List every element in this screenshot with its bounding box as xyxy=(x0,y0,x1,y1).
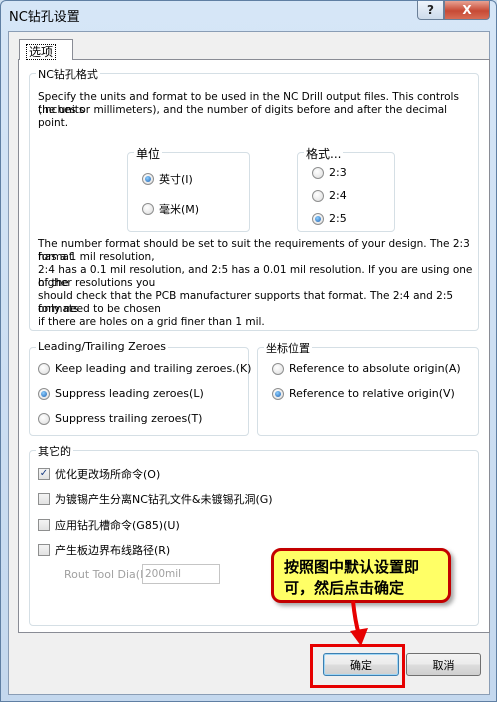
check-slot-command[interactable]: 应用钻孔槽命令(G85)(U) xyxy=(38,517,180,533)
window-title: NC钻孔设置 xyxy=(9,10,80,25)
radio-format-2-3-label: 2:3 xyxy=(329,166,347,179)
number-format-group-title: 格式... xyxy=(304,145,344,162)
radio-relative-origin-label: Reference to relative origin(V) xyxy=(289,387,455,400)
radio-relative-origin-indicator xyxy=(272,387,284,400)
radio-suppress-leading-label: Suppress leading zeroes(L) xyxy=(55,387,204,400)
radio-format-2-3[interactable]: 2:3 xyxy=(312,166,347,179)
radio-inches[interactable]: 英寸(I) xyxy=(142,171,193,187)
radio-format-2-5[interactable]: 2:5 xyxy=(312,212,347,225)
check-board-outline-route[interactable]: 产生板边界布线路径(R) xyxy=(38,542,170,558)
check-optimize-change-location[interactable]: ✓ 优化更改场所命令(O) xyxy=(38,466,160,482)
radio-suppress-trailing[interactable]: Suppress trailing zeroes(T) xyxy=(38,412,202,425)
dialog-window: NC钻孔设置 ? X 选项 NC钻孔格式 Specify the units a… xyxy=(0,0,497,702)
close-button[interactable]: X xyxy=(444,1,490,20)
radio-millimeters-indicator xyxy=(142,203,154,215)
radio-format-2-4-label: 2:4 xyxy=(329,189,347,202)
radio-suppress-trailing-label: Suppress trailing zeroes(T) xyxy=(55,412,203,425)
radio-format-2-5-label: 2:5 xyxy=(329,212,347,225)
format-note-line-7: if there are holes on a grid finer than … xyxy=(38,316,265,328)
radio-millimeters[interactable]: 毫米(M) xyxy=(142,201,199,217)
radio-keep-zeroes-indicator xyxy=(38,362,50,375)
radio-absolute-origin-label: Reference to absolute origin(A) xyxy=(289,362,461,375)
radio-inches-label: 英寸(I) xyxy=(159,173,193,186)
radio-millimeters-label: 毫米(M) xyxy=(159,203,200,216)
check-optimize-change-location-box: ✓ xyxy=(38,468,50,480)
other-group-title: 其它的 xyxy=(36,443,73,459)
zeroes-group-title: Leading/Trailing Zeroes xyxy=(36,340,168,353)
annotation-arrow-icon xyxy=(350,600,368,646)
annotation-callout: 按照图中默认设置即可，然后点击确定 xyxy=(271,548,451,603)
tab-options[interactable]: 选项 xyxy=(19,39,73,60)
format-group: NC钻孔格式 Specify the units and format to b… xyxy=(29,66,479,331)
check-optimize-change-location-label: 优化更改场所命令(O) xyxy=(55,468,161,481)
radio-suppress-leading[interactable]: Suppress leading zeroes(L) xyxy=(38,387,204,400)
radio-absolute-origin-indicator xyxy=(272,362,284,375)
zeroes-group: Leading/Trailing Zeroes Keep leading and… xyxy=(29,340,251,436)
radio-suppress-leading-indicator xyxy=(38,387,50,400)
check-separate-plated-files-label: 为镀锡产生分离NC钻孔文件&未镀锡孔洞(G) xyxy=(55,493,273,506)
check-board-outline-route-label: 产生板边界布线路径(R) xyxy=(55,544,171,557)
tab-options-label: 选项 xyxy=(26,44,57,60)
format-group-title: NC钻孔格式 xyxy=(36,66,100,82)
radio-format-2-3-indicator xyxy=(312,166,324,179)
check-board-outline-route-box xyxy=(38,544,50,556)
radio-relative-origin[interactable]: Reference to relative origin(V) xyxy=(272,387,455,400)
radio-keep-zeroes-label: Keep leading and trailing zeroes.(K) xyxy=(55,362,252,375)
number-format-group: 格式... 2:3 2:4 2:5 xyxy=(297,145,395,232)
format-note-line-4: higher resolutions you xyxy=(38,277,156,289)
help-button[interactable]: ? xyxy=(417,1,444,20)
route-tool-dia-label: Rout Tool Dia(D xyxy=(64,568,149,581)
radio-format-2-4-indicator xyxy=(312,189,324,202)
radio-format-2-5-indicator xyxy=(312,212,324,225)
radio-absolute-origin[interactable]: Reference to absolute origin(A) xyxy=(272,362,461,375)
format-note-line-2: has a 1 mil resolution, xyxy=(38,251,155,263)
coord-group-title: 坐标位置 xyxy=(264,340,312,356)
format-note-line-6: only need to be chosen xyxy=(38,303,161,315)
units-group: 单位 英寸(I) 毫米(M) xyxy=(127,145,250,232)
check-separate-plated-files[interactable]: 为镀锡产生分离NC钻孔文件&未镀锡孔洞(G) xyxy=(38,491,273,507)
radio-inches-indicator xyxy=(142,173,154,185)
coord-group: 坐标位置 Reference to absolute origin(A) Ref… xyxy=(257,340,479,436)
format-intro-line-2: (inches or millimeters), and the number … xyxy=(38,104,448,129)
radio-format-2-4[interactable]: 2:4 xyxy=(312,189,347,202)
ok-button-highlight xyxy=(310,644,405,688)
units-group-title: 单位 xyxy=(134,145,163,162)
route-tool-dia-input[interactable]: 200mil xyxy=(142,564,220,584)
title-bar[interactable]: NC钻孔设置 ? X xyxy=(1,1,496,29)
check-slot-command-label: 应用钻孔槽命令(G85)(U) xyxy=(55,519,180,532)
check-slot-command-box xyxy=(38,519,50,531)
radio-keep-zeroes[interactable]: Keep leading and trailing zeroes.(K) xyxy=(38,362,251,375)
options-panel: NC钻孔格式 Specify the units and format to b… xyxy=(18,59,490,633)
check-separate-plated-files-box xyxy=(38,493,50,505)
radio-suppress-trailing-indicator xyxy=(38,412,50,425)
cancel-button[interactable]: 取消 xyxy=(406,653,481,676)
